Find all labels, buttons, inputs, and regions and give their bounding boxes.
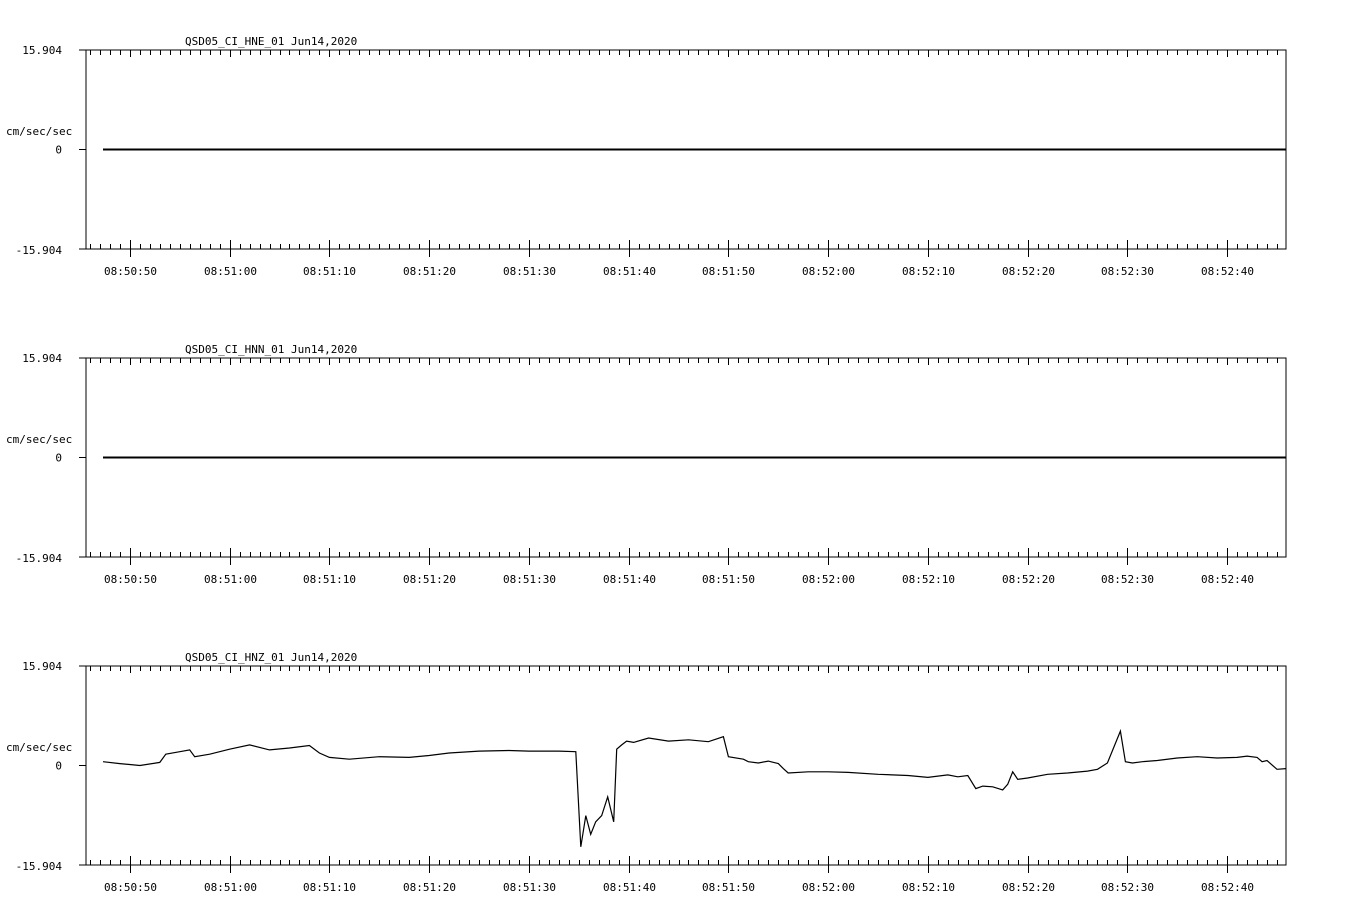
y-tick-label-zero: 0 bbox=[55, 144, 62, 157]
x-tick-label: 08:52:00 bbox=[802, 881, 855, 894]
x-tick-label: 08:51:30 bbox=[503, 573, 556, 586]
x-tick-label: 08:51:40 bbox=[603, 265, 656, 278]
x-tick-label: 08:51:20 bbox=[403, 881, 456, 894]
x-tick-label: 08:51:40 bbox=[603, 573, 656, 586]
x-tick-label: 08:51:50 bbox=[702, 573, 755, 586]
y-tick-label-max: 15.904 bbox=[22, 352, 62, 365]
x-tick-label: 08:52:40 bbox=[1201, 573, 1254, 586]
y-axis-label: cm/sec/sec bbox=[6, 433, 72, 446]
x-tick-label: 08:50:50 bbox=[104, 573, 157, 586]
chart-panel-2: QSD05_CI_HNN_01 Jun14,2020 15.904 cm/sec/s… bbox=[6, 343, 1287, 586]
x-tick-label: 08:52:10 bbox=[902, 265, 955, 278]
seismogram-figure: QSD05_CI_HNE_01 Jun14,2020 15.904 cm/sec/s… bbox=[6, 35, 1287, 894]
y-tick-label-min: -15.904 bbox=[16, 552, 63, 565]
x-tick-label: 08:52:20 bbox=[1002, 881, 1055, 894]
x-tick-label: 08:52:30 bbox=[1101, 265, 1154, 278]
x-tick-label: 08:52:20 bbox=[1002, 573, 1055, 586]
y-tick-label-max: 15.904 bbox=[22, 44, 62, 57]
x-tick-label: 08:51:30 bbox=[503, 265, 556, 278]
y-tick-label-zero: 0 bbox=[55, 452, 62, 465]
x-tick-label: 08:51:20 bbox=[403, 265, 456, 278]
y-tick-label-max: 15.904 bbox=[22, 660, 62, 673]
y-tick-label-min: -15.904 bbox=[16, 860, 63, 873]
chart-title: QSD05_CI_HNN_01 Jun14,2020 bbox=[185, 343, 357, 356]
x-tick-label: 08:52:10 bbox=[902, 573, 955, 586]
x-tick-label: 08:51:10 bbox=[303, 881, 356, 894]
x-tick-label: 08:52:40 bbox=[1201, 265, 1254, 278]
x-tick-label: 08:51:40 bbox=[603, 881, 656, 894]
plot-frame bbox=[85, 665, 1287, 866]
y-axis-label: cm/sec/sec bbox=[6, 125, 72, 138]
x-tick-label: 08:52:40 bbox=[1201, 881, 1254, 894]
waveform-trace bbox=[102, 728, 1287, 847]
chart-title: QSD05_CI_HNE_01 Jun14,2020 bbox=[185, 35, 357, 48]
x-tick-label: 08:52:00 bbox=[802, 265, 855, 278]
x-tick-label: 08:52:00 bbox=[802, 573, 855, 586]
x-tick-label: 08:51:00 bbox=[204, 265, 257, 278]
x-tick-label: 08:50:50 bbox=[104, 265, 157, 278]
x-tick-label: 08:51:30 bbox=[503, 881, 556, 894]
x-tick-label: 08:52:30 bbox=[1101, 881, 1154, 894]
x-tick-label: 08:52:10 bbox=[902, 881, 955, 894]
chart-panel-3: QSD05_CI_HNZ_01 Jun14,2020 15.904 cm/sec/s… bbox=[6, 651, 1287, 894]
x-tick-label: 08:52:20 bbox=[1002, 265, 1055, 278]
y-tick-label-min: -15.904 bbox=[16, 244, 63, 257]
x-tick-label: 08:50:50 bbox=[104, 881, 157, 894]
x-tick-label: 08:51:50 bbox=[702, 881, 755, 894]
y-axis-label: cm/sec/sec bbox=[6, 741, 72, 754]
chart-title: QSD05_CI_HNZ_01 Jun14,2020 bbox=[185, 651, 357, 664]
x-tick-label: 08:51:50 bbox=[702, 265, 755, 278]
chart-panel-1: QSD05_CI_HNE_01 Jun14,2020 15.904 cm/sec/s… bbox=[6, 35, 1287, 278]
x-tick-label: 08:51:10 bbox=[303, 265, 356, 278]
x-tick-label: 08:52:30 bbox=[1101, 573, 1154, 586]
x-tick-label: 08:51:10 bbox=[303, 573, 356, 586]
x-tick-label: 08:51:00 bbox=[204, 881, 257, 894]
x-tick-label: 08:51:00 bbox=[204, 573, 257, 586]
y-tick-label-zero: 0 bbox=[55, 760, 62, 773]
x-tick-label: 08:51:20 bbox=[403, 573, 456, 586]
